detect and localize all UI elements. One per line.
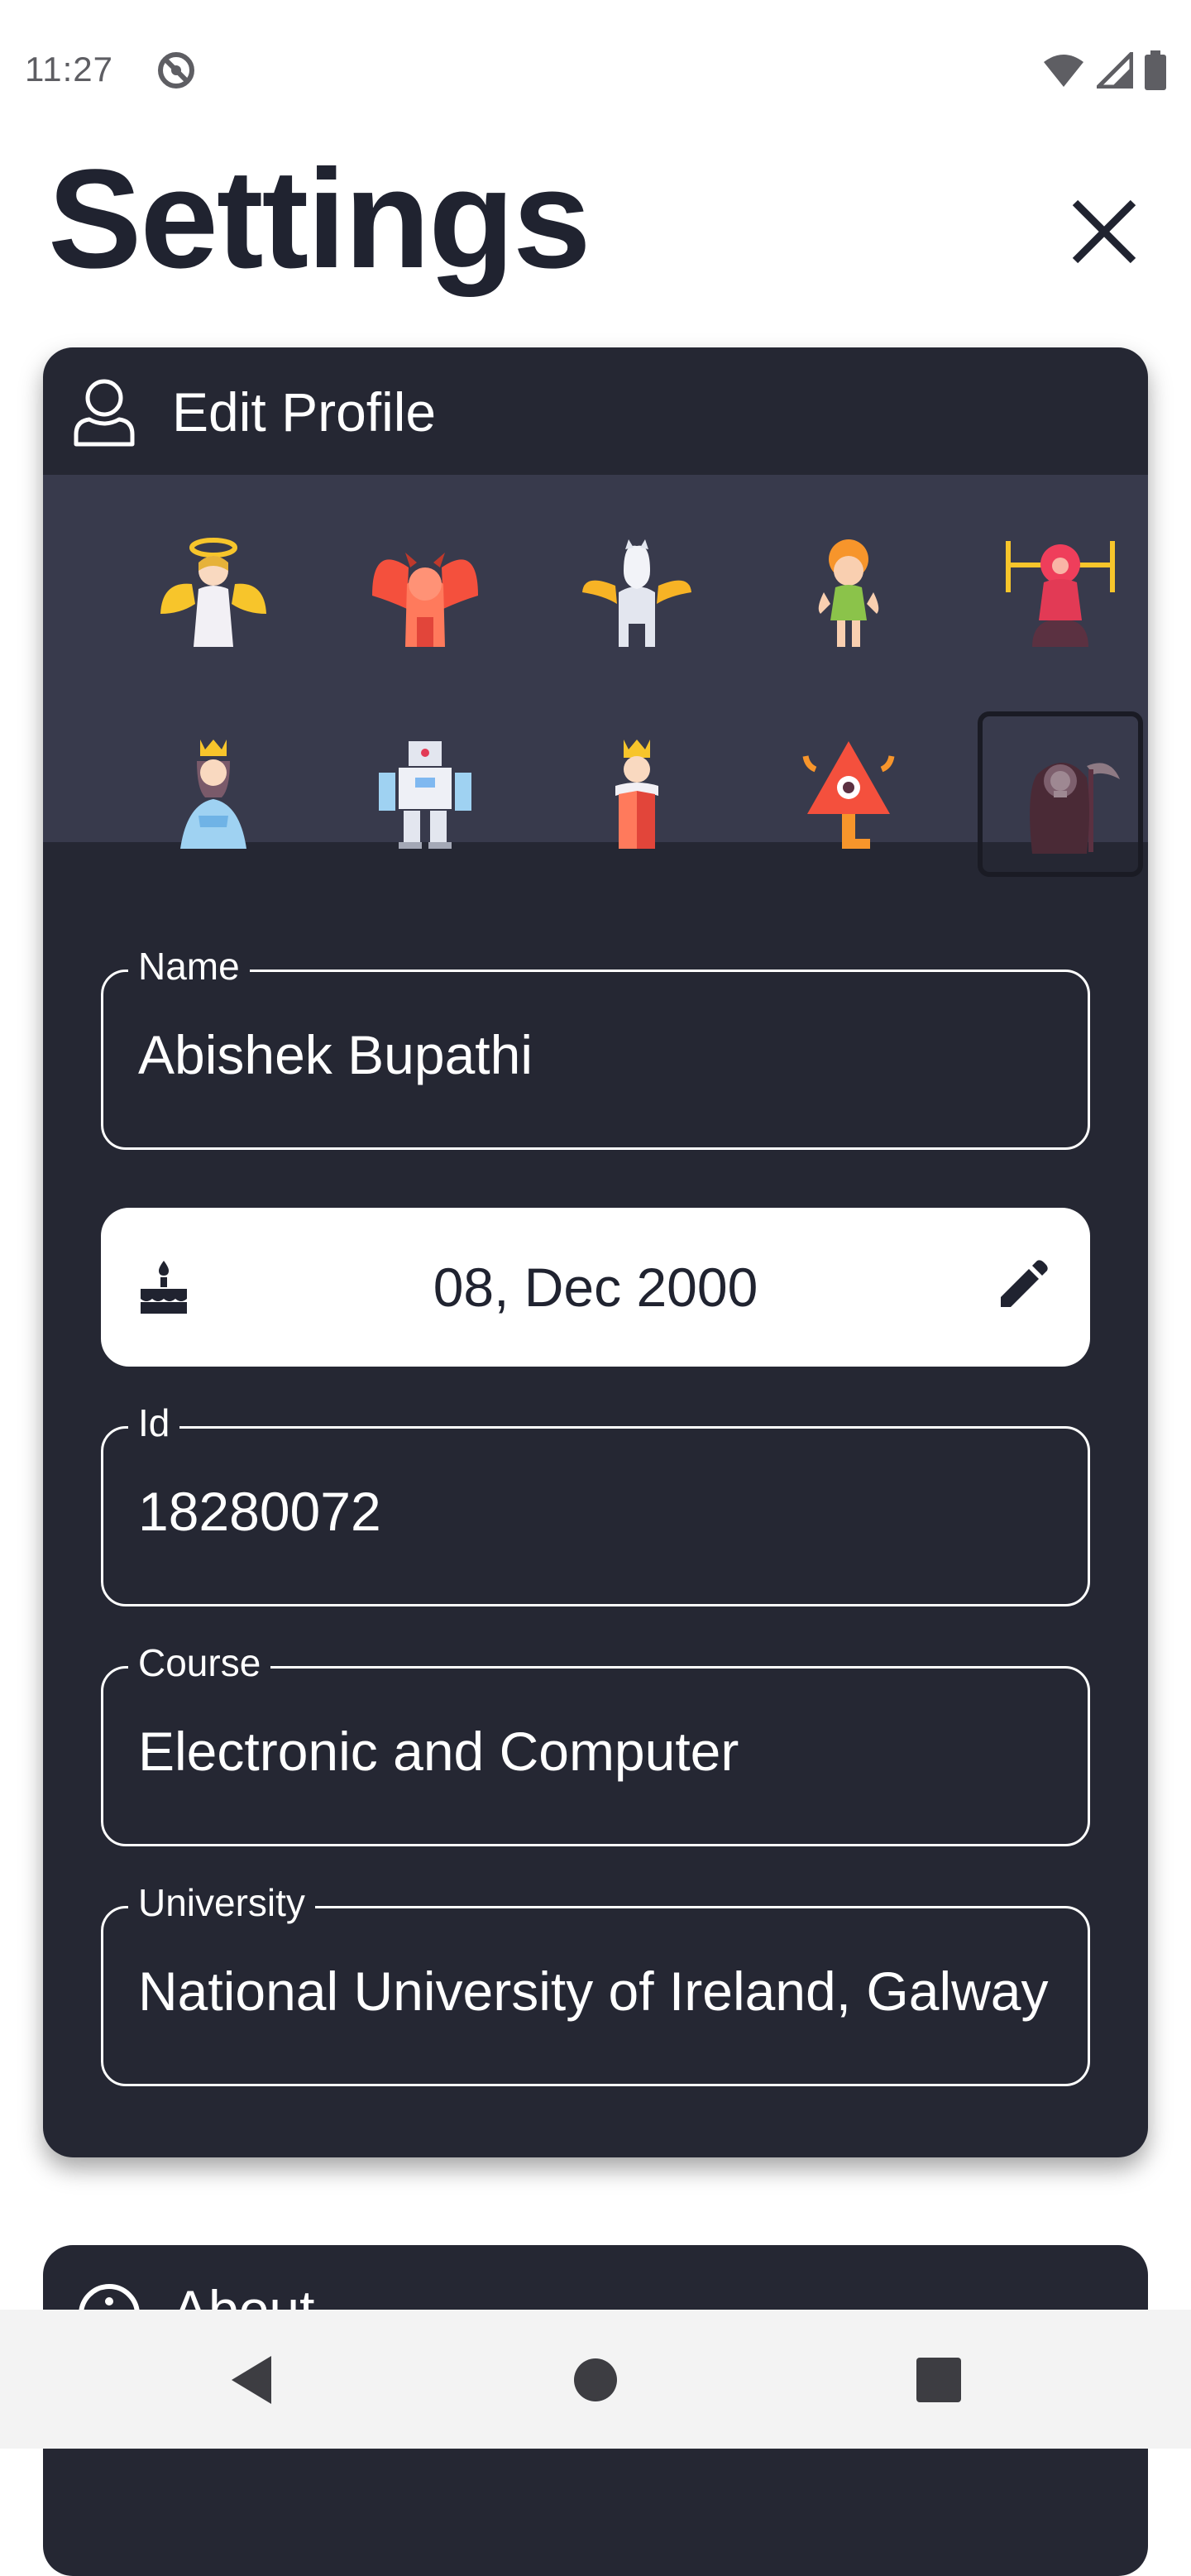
- name-field[interactable]: Name Abishek Bupathi: [101, 944, 1090, 1150]
- status-time: 11:27: [25, 50, 113, 89]
- avatar-grid: [43, 475, 1148, 877]
- edit-profile-header: Edit Profile: [43, 347, 1148, 475]
- avatar-angel[interactable]: [131, 510, 296, 675]
- status-icons: [1042, 50, 1166, 91]
- back-button[interactable]: [223, 2351, 281, 2409]
- do-not-disturb-icon: [158, 52, 194, 89]
- avatar-monster[interactable]: [766, 711, 931, 877]
- avatar-king[interactable]: [554, 711, 720, 877]
- id-label: Id: [128, 1401, 180, 1445]
- close-button[interactable]: [1067, 194, 1141, 269]
- avatar-alien[interactable]: [978, 510, 1143, 675]
- alien-icon: [1006, 541, 1115, 647]
- university-label: University: [128, 1880, 315, 1925]
- edit-profile-card: Edit Profile Name Abishek Bupathi 08, De…: [43, 347, 1148, 2157]
- page-title: Settings: [48, 141, 591, 298]
- birthday-value: 08, Dec 2000: [433, 1257, 758, 1318]
- reaper-icon: [1030, 762, 1120, 854]
- battery-icon: [1145, 50, 1166, 90]
- birthday-button[interactable]: 08, Dec 2000: [101, 1208, 1090, 1367]
- angel-icon: [160, 538, 266, 647]
- pegasus-icon: [582, 539, 691, 647]
- user-icon: [74, 379, 135, 447]
- university-value[interactable]: National University of Ireland, Galway: [138, 1960, 1055, 2023]
- wifi-icon: [1044, 55, 1083, 87]
- edit-pencil-icon: [1001, 1260, 1048, 1307]
- navigation-bar: [0, 2310, 1191, 2449]
- avatar-queen[interactable]: [131, 711, 296, 877]
- king-icon: [615, 740, 658, 849]
- id-field[interactable]: Id 18280072: [101, 1401, 1090, 1606]
- avatar-robot[interactable]: [342, 711, 508, 877]
- avatar-fairy[interactable]: [766, 510, 931, 675]
- home-button[interactable]: [567, 2351, 624, 2409]
- id-value[interactable]: 18280072: [138, 1480, 1055, 1543]
- course-value[interactable]: Electronic and Computer: [138, 1720, 1055, 1783]
- robot-icon: [379, 741, 471, 849]
- name-value[interactable]: Abishek Bupathi: [138, 1023, 1055, 1086]
- avatar-reaper[interactable]: [978, 711, 1143, 877]
- edit-profile-title: Edit Profile: [172, 381, 437, 443]
- recents-button[interactable]: [910, 2351, 968, 2409]
- demon-icon: [372, 553, 478, 647]
- course-field[interactable]: Course Electronic and Computer: [101, 1640, 1090, 1846]
- avatar-pegasus[interactable]: [554, 510, 720, 675]
- monster-icon: [802, 741, 895, 849]
- name-label: Name: [128, 944, 250, 989]
- cell-signal-icon: [1097, 52, 1133, 89]
- avatar-demon[interactable]: [342, 510, 508, 675]
- fairy-icon: [818, 539, 879, 647]
- course-label: Course: [128, 1640, 271, 1685]
- university-field[interactable]: University National University of Irelan…: [101, 1880, 1090, 2086]
- status-bar: 11:27: [0, 0, 1191, 141]
- queen-icon: [180, 740, 246, 849]
